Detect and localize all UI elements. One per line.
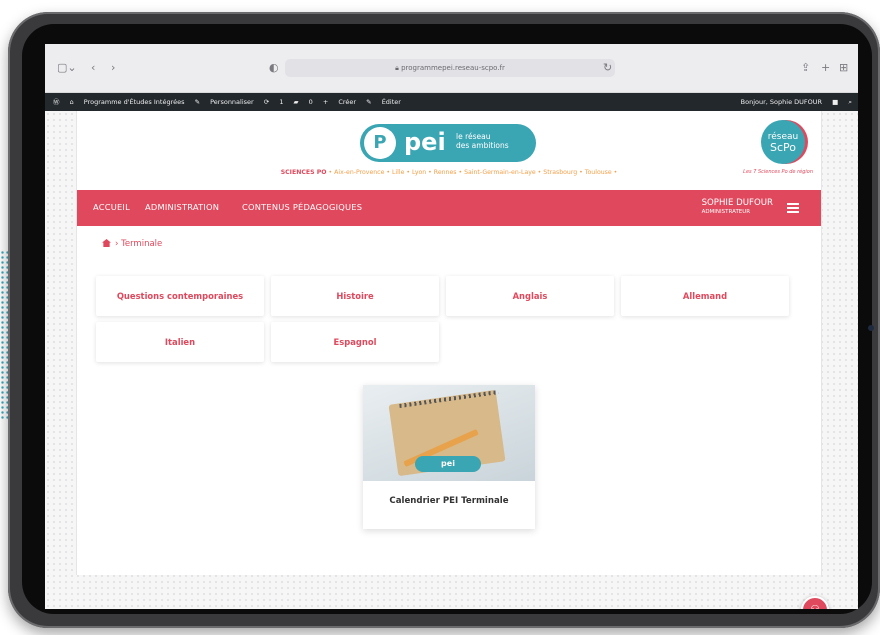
subject-button-anglais[interactable]: Anglais <box>446 276 614 316</box>
wp-create-link[interactable]: + Créer <box>323 93 356 111</box>
calendar-card-title: Calendrier PEI Terminale <box>389 496 509 506</box>
address-bar[interactable]: 🔒︎ programmepei.reseau-scpo.fr <box>285 59 615 77</box>
wp-edit-label: Éditer <box>381 98 401 106</box>
cities-list: • Aix-en-Provence • Lille • Lyon • Renne… <box>328 169 618 176</box>
subject-button-italien[interactable]: Italien <box>96 322 264 362</box>
user-menu[interactable]: SOPHIE DUFOUR ADMINISTRATEUR <box>702 198 773 217</box>
back-icon[interactable]: ‹ <box>91 62 95 74</box>
cities-prefix: SCIENCES PO <box>280 169 327 176</box>
new-tab-icon[interactable]: + <box>821 62 830 74</box>
breadcrumb-current: Terminale <box>121 239 163 249</box>
sitemap-fab-icon[interactable]: ⚇ <box>801 596 829 609</box>
wp-site-label: Programme d'Études Intégrées <box>83 98 185 106</box>
wp-create-label: Créer <box>338 98 357 106</box>
page-background: P pei le réseau des ambitions SCIENCES P… <box>45 111 858 609</box>
shield-icon[interactable]: ◐ <box>269 62 279 74</box>
pei-logo-word: pei <box>404 128 446 156</box>
subject-button-questions-contemporaines[interactable]: Questions contemporaines <box>96 276 264 316</box>
wp-admin-bar: Ⓦ ⌂ Programme d'Études Intégrées ✎ Perso… <box>45 93 858 111</box>
wp-greeting: Bonjour, Sophie DUFOUR <box>740 98 823 106</box>
tabs-icon[interactable]: ⊞ <box>839 62 848 74</box>
safari-toolbar: ▢⌄ ‹ › ◐ 🔒︎ programmepei.reseau-scpo.fr … <box>45 44 858 93</box>
wp-comments-link[interactable]: ▰ 0 <box>294 93 313 111</box>
pei-tagline-line2: des ambitions <box>456 141 509 150</box>
user-role: ADMINISTRATEUR <box>701 209 751 215</box>
calendar-card[interactable]: pei Calendrier PEI Terminale <box>363 385 535 529</box>
reseau-scpo-logo[interactable]: réseau ScPo <box>761 120 805 164</box>
forward-icon[interactable]: › <box>111 62 115 74</box>
cities-line: SCIENCES PO • Aix-en-Provence • Lille • … <box>77 169 821 176</box>
reload-icon[interactable]: ↻ <box>603 62 612 74</box>
wordpress-icon[interactable]: Ⓦ <box>53 93 60 111</box>
calendar-card-image: pei <box>363 385 535 481</box>
site-header: P pei le réseau des ambitions SCIENCES P… <box>77 111 821 190</box>
pei-logo-mark-icon: P <box>364 127 396 159</box>
pei-logo-tagline: le réseau des ambitions <box>456 132 509 150</box>
wp-site-link[interactable]: ⌂ Programme d'Études Intégrées <box>70 93 185 111</box>
wp-updates-count: 1 <box>279 98 284 106</box>
avatar: ■ <box>832 98 839 106</box>
wp-updates-link[interactable]: ⟳ 1 <box>264 93 284 111</box>
wp-edit-link[interactable]: ✎ Éditer <box>366 93 401 111</box>
wp-customize-link[interactable]: ✎ Personnaliser <box>195 93 254 111</box>
user-name: SOPHIE DUFOUR <box>701 198 773 208</box>
subject-button-espagnol[interactable]: Espagnol <box>271 322 439 362</box>
wp-account-link[interactable]: Bonjour, Sophie DUFOUR ■ ⌕ <box>733 93 852 111</box>
url-text: programmepei.reseau-scpo.fr <box>401 64 505 72</box>
breadcrumb: › Terminale <box>102 239 162 249</box>
page-canvas: ▢⌄ ‹ › ◐ 🔒︎ programmepei.reseau-scpo.fr … <box>0 0 880 635</box>
scpo-tagline: Les 7 Sciences Po de région <box>743 169 813 175</box>
share-icon[interactable]: ⇪ <box>801 62 810 74</box>
pei-logo[interactable]: P pei le réseau des ambitions <box>360 124 536 162</box>
search-icon[interactable]: ⌕ <box>848 93 852 111</box>
main-nav: ACCUEIL ADMINISTRATION CONTENUS PÉDAGOGI… <box>77 190 821 226</box>
nav-item-accueil[interactable]: ACCUEIL <box>93 202 130 212</box>
nav-item-administration[interactable]: ADMINISTRATION <box>145 202 219 212</box>
camera-dot <box>868 325 874 331</box>
pei-tagline-line1: le réseau <box>456 132 491 141</box>
subject-button-allemand[interactable]: Allemand <box>621 276 789 316</box>
hamburger-menu-icon[interactable] <box>787 203 799 213</box>
home-icon[interactable] <box>102 239 111 247</box>
scpo-line2: ScPo <box>769 141 796 154</box>
sidebar-icon[interactable]: ▢⌄ <box>57 62 77 74</box>
card-pei-badge: pei <box>415 456 481 472</box>
subject-button-histoire[interactable]: Histoire <box>271 276 439 316</box>
site-content: P pei le réseau des ambitions SCIENCES P… <box>76 111 822 575</box>
nav-item-contenus[interactable]: CONTENUS PÉDAGOGIQUES <box>242 202 362 212</box>
browser-screen: ▢⌄ ‹ › ◐ 🔒︎ programmepei.reseau-scpo.fr … <box>45 44 858 609</box>
wp-customize-label: Personnaliser <box>210 98 254 106</box>
wp-comments-count: 0 <box>308 98 313 106</box>
